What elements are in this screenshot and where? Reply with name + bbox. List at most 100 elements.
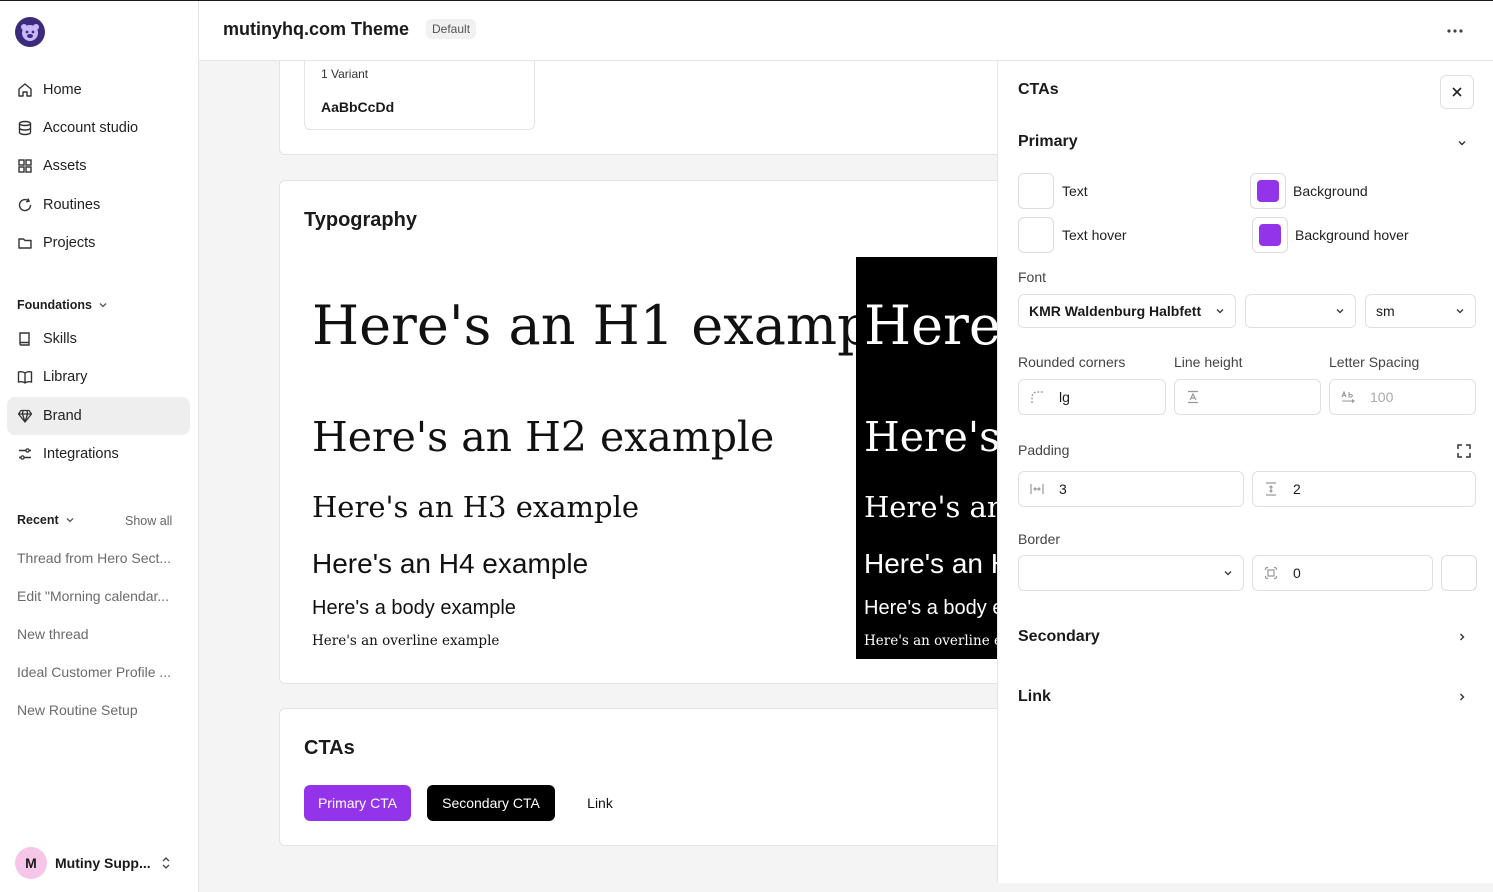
open-book-icon [17,371,33,384]
expand-icon[interactable] [1456,443,1472,459]
h2-example: Here's an H2 example [312,413,775,461]
nav-brand[interactable]: Brand [7,397,190,435]
primary-section-title[interactable]: Primary [1018,133,1078,151]
rounded-corners-label: Rounded corners [1018,354,1126,370]
ctas-card: CTAs Primary CTA Secondary CTA Link [279,708,997,846]
status-badge: Default [426,19,477,39]
font-size-value: sm [1376,303,1395,319]
corner-radius-icon [1031,391,1043,403]
h3-example: Here's an H3 example [312,490,640,524]
diamond-icon [17,409,33,423]
nav-projects[interactable]: Projects [7,224,190,262]
border-color-swatch[interactable] [1441,555,1477,591]
variant-count: 1 Variant [321,67,369,81]
nav-library[interactable]: Library [7,358,190,396]
overline-example-dark: Here's an overline example [864,633,997,649]
background-color-label: Background [1293,183,1368,199]
user-menu[interactable]: M Mutiny Supp... [15,847,185,879]
chevron-down-icon [1456,309,1464,314]
text-color-swatch[interactable] [1018,173,1054,209]
chevron-down-icon[interactable] [1456,137,1468,149]
background-hover-color-swatch[interactable] [1252,217,1288,253]
border-style-select[interactable] [1018,555,1244,591]
nav-skills[interactable]: Skills [7,320,190,358]
letter-spacing-placeholder: 100 [1370,389,1394,405]
panel-title: CTAs [1018,81,1059,98]
font-size-select[interactable]: sm [1365,294,1476,328]
chevron-down-icon [66,518,74,523]
sidebar: Home Account studio Assets Routines Proj… [0,1,199,892]
more-horizontal-icon[interactable] [1445,21,1465,41]
folder-icon [18,238,32,249]
nav-assets[interactable]: Assets [7,147,190,185]
border-label: Border [1018,531,1061,547]
padding-y-value: 2 [1293,481,1301,497]
foundations-label: Foundations [17,298,92,312]
nav-integrations[interactable]: Integrations [7,435,190,473]
recent-item[interactable]: New thread [17,626,182,642]
avatar: M [15,847,47,879]
recent-item[interactable]: New Routine Setup [17,702,182,718]
letter-spacing-input[interactable]: 100 [1329,379,1476,415]
show-all-link[interactable]: Show all [125,514,172,528]
nav-routines[interactable]: Routines [7,186,190,224]
colors-card: 1 Variant AaBbCcDd [279,61,997,155]
nav-projects-label: Projects [43,235,96,251]
rounded-corners-input[interactable]: lg [1018,379,1166,415]
page-title: mutinyhq.com Theme [223,19,410,39]
chevron-right-icon[interactable] [1456,691,1468,703]
primary-cta-button[interactable]: Primary CTA [304,785,411,821]
h1-example-dark: Here's an H1 example [864,294,997,357]
sliders-icon [19,448,31,460]
recent-item[interactable]: Thread from Hero Sect... [17,550,182,566]
recent-toggle[interactable]: Recent [17,513,76,527]
background-hover-color-label: Background hover [1295,227,1409,243]
recent-label: Recent [17,513,59,527]
overline-example: Here's an overline example [312,633,500,649]
chevron-down-icon [1224,571,1232,576]
padding-vertical-icon [1266,482,1276,496]
book-icon [19,332,30,346]
typography-title: Typography [304,209,417,231]
secondary-cta-button[interactable]: Secondary CTA [427,785,555,821]
nav-account-studio-label: Account studio [43,120,139,136]
recent-item[interactable]: Edit "Morning calendar... [17,588,182,604]
nav-brand-label: Brand [43,408,82,424]
foundations-toggle[interactable]: Foundations [17,298,109,312]
header: mutinyhq.com Theme Default [199,1,1493,61]
padding-x-input[interactable]: 3 [1018,471,1244,507]
link-cta[interactable]: Link [578,785,622,821]
text-hover-color-label: Text hover [1062,227,1127,243]
font-family-value: KMR Waldenburg Halbfett [1029,303,1202,319]
line-height-input[interactable] [1174,379,1321,415]
variant-sample: AaBbCcDd [321,99,395,115]
padding-y-input[interactable]: 2 [1252,471,1476,507]
secondary-section-title[interactable]: Secondary [1018,628,1100,646]
h2-example-dark: Here's an H2 example [864,413,997,461]
nav-integrations-label: Integrations [43,446,119,462]
chevron-down-icon [1336,309,1344,314]
background-color-swatch[interactable] [1250,173,1286,209]
nav-home-label: Home [43,82,82,98]
h3-example-dark: Here's an H3 example [864,490,997,524]
h1-example: Here's an H1 example [312,294,921,357]
typography-card: Typography Here's an H1 example Here's a… [279,180,997,684]
chevron-right-icon[interactable] [1456,631,1468,643]
text-hover-color-swatch[interactable] [1018,217,1054,253]
font-label: Font [1018,269,1047,285]
nav-home[interactable]: Home [7,71,190,109]
refresh-icon [18,198,32,212]
font-weight-select[interactable] [1245,294,1356,328]
nav-account-studio[interactable]: Account studio [7,109,190,147]
recent-item[interactable]: Ideal Customer Profile ... [17,664,182,680]
mutiny-logo[interactable] [15,17,45,47]
database-icon [18,120,32,136]
link-section-title[interactable]: Link [1018,688,1051,706]
letter-spacing-icon [1341,390,1355,403]
variant-card[interactable]: 1 Variant AaBbCcDd [304,61,535,130]
font-family-select[interactable]: KMR Waldenburg Halbfett [1018,294,1236,328]
dark-typography-preview: Here's an H1 example Here's an H2 exampl… [856,257,997,659]
chevron-down-icon [99,303,107,308]
close-button[interactable] [1440,75,1474,109]
border-width-input[interactable]: 0 [1252,555,1433,591]
